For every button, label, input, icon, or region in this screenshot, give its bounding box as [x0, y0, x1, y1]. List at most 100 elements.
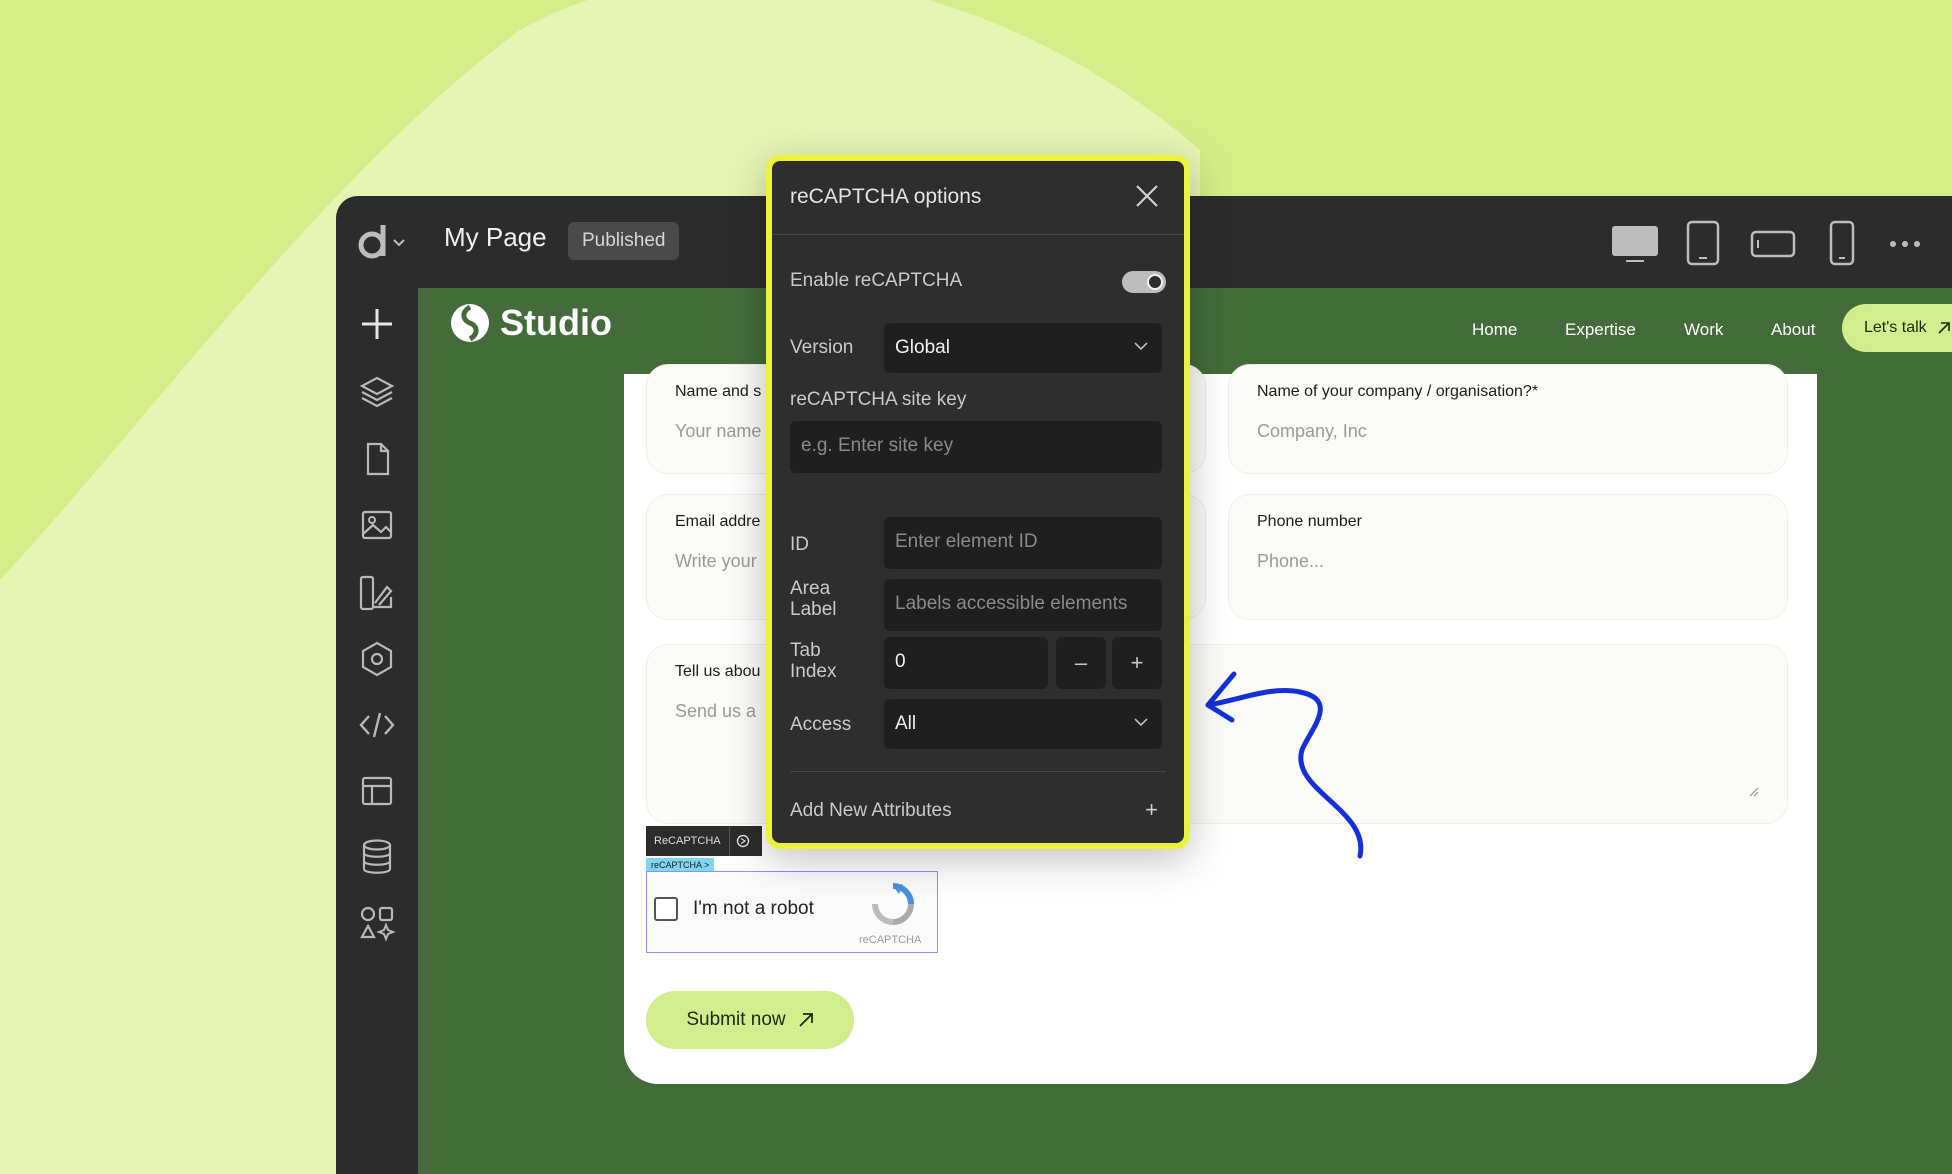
modal-header: reCAPTCHA options — [772, 161, 1184, 235]
recaptcha-logo-icon — [872, 883, 914, 925]
chevron-down-icon — [1134, 718, 1148, 727]
tab-index-input[interactable]: 0 — [884, 637, 1048, 689]
id-input[interactable]: Enter element ID — [884, 517, 1162, 569]
layers-button[interactable] — [356, 371, 398, 413]
site-key-input[interactable]: e.g. Enter site key — [790, 421, 1162, 473]
styles-button[interactable] — [356, 572, 398, 614]
site-logo[interactable]: Studio — [450, 302, 612, 344]
id-placeholder: Enter element ID — [895, 531, 1038, 552]
desktop-view-button[interactable] — [1610, 224, 1660, 269]
image-icon — [361, 510, 393, 540]
toggle-knob — [1147, 274, 1163, 290]
tab-index-increment-button[interactable]: + — [1112, 637, 1162, 689]
mobile-icon — [1829, 220, 1855, 266]
access-select[interactable]: All — [884, 699, 1162, 749]
settings-icon — [736, 834, 749, 848]
close-button[interactable] — [1132, 181, 1162, 211]
recaptcha-text: I'm not a robot — [693, 898, 814, 919]
plus-icon — [362, 309, 392, 339]
area-label-label: Area Label — [790, 578, 837, 620]
nav-about[interactable]: About — [1771, 320, 1815, 340]
chevron-down-icon — [1134, 342, 1148, 351]
app-logo-icon — [358, 225, 405, 259]
hexagon-icon — [361, 641, 393, 677]
area-label-placeholder: Labels accessible elements — [895, 593, 1128, 614]
annotation-arrow — [1205, 671, 1364, 859]
more-icon — [1890, 241, 1920, 247]
access-value: All — [895, 713, 917, 734]
arrow-up-right-icon — [799, 1013, 813, 1027]
submit-label: Submit now — [686, 1009, 786, 1030]
page-title[interactable]: My Page — [444, 222, 547, 253]
code-icon — [359, 712, 395, 738]
tab-index-value: 0 — [895, 651, 906, 672]
tab-index-decrement-button[interactable]: – — [1056, 637, 1106, 689]
tablet-landscape-view-button[interactable] — [1750, 230, 1796, 263]
tablet-view-button[interactable] — [1686, 220, 1720, 271]
site-key-label: reCAPTCHA site key — [790, 389, 967, 410]
add-new-attributes-row[interactable]: Add New Attributes + — [772, 787, 1184, 837]
components-button[interactable] — [356, 638, 398, 680]
layers-icon — [359, 376, 395, 408]
tablet-icon — [1686, 220, 1720, 266]
access-label: Access — [790, 714, 852, 735]
phone-field[interactable]: Phone number Phone... — [1228, 494, 1788, 620]
recaptcha-element-toolbar[interactable]: ReCAPTCHA — [646, 826, 762, 856]
add-element-button[interactable] — [356, 303, 398, 345]
mobile-view-button[interactable] — [1828, 220, 1856, 271]
id-label: ID — [790, 534, 809, 555]
area-label-input[interactable]: Labels accessible elements — [884, 579, 1162, 631]
app-logo[interactable] — [358, 216, 414, 266]
recaptcha-widget[interactable]: I'm not a robot reCAPTCHA — [646, 871, 938, 953]
layouts-button[interactable] — [356, 770, 398, 812]
company-label: Name of your company / organisation?* — [1257, 383, 1539, 400]
submit-button[interactable]: Submit now — [646, 991, 854, 1049]
recaptcha-tag: reCAPTCHA > — [646, 858, 715, 872]
enable-recaptcha-label: Enable reCAPTCHA — [790, 270, 963, 291]
phone-placeholder: Phone... — [1257, 551, 1325, 571]
modal-title: reCAPTCHA options — [790, 185, 982, 208]
recaptcha-settings-button[interactable] — [728, 826, 756, 856]
add-attributes-label: Add New Attributes — [790, 800, 952, 821]
recaptcha-checkbox[interactable] — [654, 897, 678, 921]
company-field[interactable]: Name of your company / organisation?* Co… — [1228, 364, 1788, 474]
layout-icon — [361, 776, 393, 806]
apps-button[interactable] — [356, 902, 398, 944]
recaptcha-brand: reCAPTCHA — [859, 934, 922, 946]
pages-button[interactable] — [356, 438, 398, 480]
media-button[interactable] — [356, 504, 398, 546]
apps-icon — [360, 906, 396, 942]
modal-divider — [790, 771, 1166, 772]
enable-recaptcha-toggle[interactable] — [1122, 271, 1166, 293]
recaptcha-options-modal: reCAPTCHA options Enable reCAPTCHA Versi… — [766, 155, 1190, 849]
plus-icon: + — [1130, 650, 1144, 675]
tablet-landscape-icon — [1750, 230, 1796, 258]
editor-sidebar — [336, 288, 418, 1174]
version-value: Global — [895, 337, 950, 358]
version-label: Version — [790, 337, 854, 358]
tab-index-label: Tab Index — [790, 640, 837, 682]
nav-work[interactable]: Work — [1684, 320, 1723, 340]
database-button[interactable] — [356, 836, 398, 878]
brush-icon — [359, 575, 393, 611]
studio-logo-icon — [451, 304, 489, 342]
version-select[interactable]: Global — [884, 323, 1162, 373]
nav-expertise[interactable]: Expertise — [1565, 320, 1636, 340]
status-badge: Published — [568, 222, 680, 260]
code-button[interactable] — [356, 704, 398, 746]
site-key-placeholder: e.g. Enter site key — [801, 435, 954, 456]
close-icon — [1136, 185, 1158, 207]
nav-home[interactable]: Home — [1472, 320, 1517, 340]
resize-handle-icon[interactable] — [1749, 787, 1759, 797]
add-attribute-plus-icon: + — [1145, 797, 1158, 822]
database-icon — [362, 839, 392, 874]
recaptcha-toolbar-label: ReCAPTCHA — [654, 835, 721, 847]
site-brand: Studio — [500, 302, 612, 343]
lets-talk-button[interactable]: Let's talk — [1842, 304, 1952, 352]
phone-label: Phone number — [1257, 513, 1362, 530]
more-options-button[interactable] — [1888, 236, 1922, 254]
arrow-up-right-icon — [1938, 322, 1950, 334]
company-placeholder: Company, Inc — [1257, 421, 1367, 441]
desktop-icon — [1612, 226, 1658, 262]
minus-icon: – — [1074, 650, 1088, 675]
